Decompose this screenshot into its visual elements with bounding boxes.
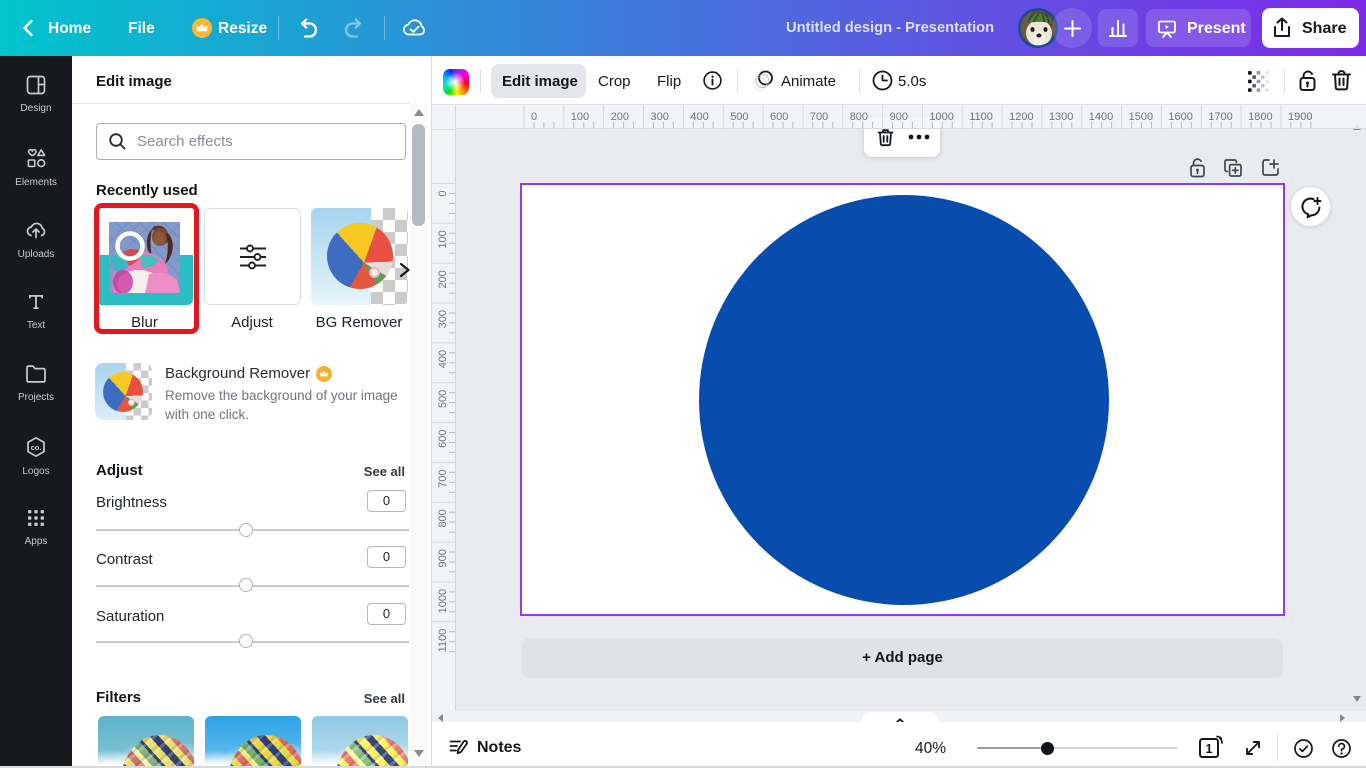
- svg-text:500: 500: [730, 111, 748, 123]
- svg-text:1100: 1100: [437, 629, 449, 653]
- svg-text:0: 0: [531, 111, 537, 123]
- svg-text:1700: 1700: [1208, 111, 1232, 123]
- svg-text:1100: 1100: [969, 111, 993, 123]
- svg-text:0: 0: [437, 191, 449, 197]
- svg-text:300: 300: [437, 310, 449, 328]
- svg-text:1500: 1500: [1129, 111, 1153, 123]
- svg-text:1: 1: [1206, 742, 1213, 756]
- svg-text:600: 600: [437, 430, 449, 448]
- svg-text:1800: 1800: [1248, 111, 1272, 123]
- svg-text:100: 100: [437, 230, 449, 248]
- svg-text:500: 500: [437, 390, 449, 408]
- svg-text:400: 400: [690, 111, 708, 123]
- svg-text:400: 400: [437, 350, 449, 368]
- svg-text:600: 600: [770, 111, 788, 123]
- svg-text:1200: 1200: [1009, 111, 1033, 123]
- svg-text:900: 900: [437, 549, 449, 567]
- svg-text:1600: 1600: [1168, 111, 1192, 123]
- svg-text:1000: 1000: [437, 589, 449, 613]
- svg-text:1400: 1400: [1089, 111, 1113, 123]
- svg-text:300: 300: [651, 111, 669, 123]
- svg-text:100: 100: [571, 111, 589, 123]
- svg-text:800: 800: [437, 509, 449, 527]
- svg-text:900: 900: [890, 111, 908, 123]
- svg-text:co.: co.: [31, 443, 42, 452]
- svg-text:1900: 1900: [1288, 111, 1312, 123]
- svg-text:200: 200: [437, 270, 449, 288]
- svg-text:800: 800: [850, 111, 868, 123]
- svg-text:1300: 1300: [1049, 111, 1073, 123]
- svg-text:1000: 1000: [929, 111, 953, 123]
- svg-text:200: 200: [611, 111, 629, 123]
- svg-text:700: 700: [437, 469, 449, 487]
- svg-text:700: 700: [810, 111, 828, 123]
